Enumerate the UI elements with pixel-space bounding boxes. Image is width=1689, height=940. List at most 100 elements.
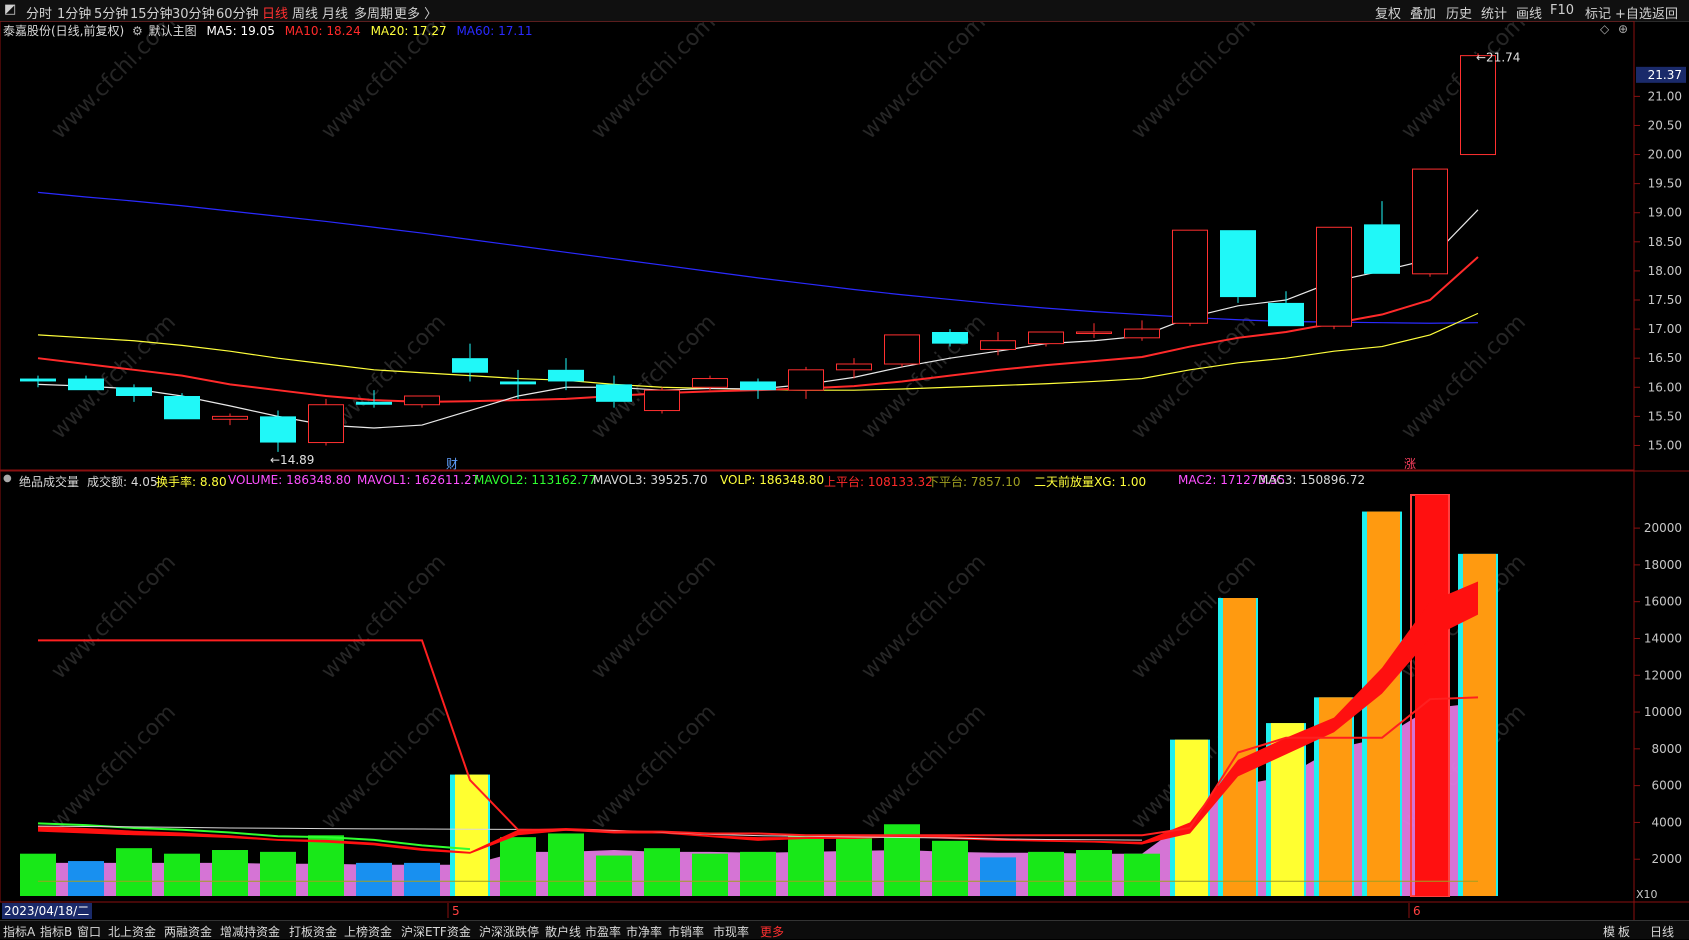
- tool-button-2[interactable]: 历史: [1446, 3, 1472, 22]
- bottom-button-8[interactable]: 沪深ETF资金: [401, 923, 471, 940]
- bottom-button-2[interactable]: 窗口: [77, 923, 101, 940]
- stock-title[interactable]: 泰嘉股份(日线,前复权): [3, 24, 124, 38]
- ma5-label: MA5: 19.05: [206, 24, 275, 38]
- bottom-button-5[interactable]: 增减持资金: [220, 923, 280, 940]
- volume-bar-5: [260, 851, 296, 896]
- bottom-button-11[interactable]: 市盈率: [585, 923, 621, 940]
- price-tick-7: 18.50: [1648, 235, 1682, 249]
- price-tick-5: 17.50: [1648, 293, 1682, 307]
- price-tick-0: 15.00: [1648, 438, 1682, 452]
- watermark-18: www.cfchi.com: [47, 700, 181, 834]
- volume-bar-8: [404, 862, 440, 896]
- vol-info-10: 二天前放量XG: 1.00: [1034, 475, 1147, 489]
- bottom-button-14[interactable]: 市现率: [713, 923, 749, 940]
- tool-button-4[interactable]: 画线: [1516, 3, 1542, 22]
- watermark-9: www.cfchi.com: [857, 310, 991, 444]
- bottom-right-button-1[interactable]: 板: [1618, 923, 1630, 940]
- price-tick-12: 21.00: [1648, 89, 1682, 103]
- bottom-right-button-0[interactable]: 模: [1603, 923, 1615, 940]
- bottom-button-9[interactable]: 沪深涨跌停: [479, 923, 539, 940]
- price-tick-1: 15.50: [1648, 409, 1682, 423]
- watermark-21: www.cfchi.com: [857, 700, 991, 834]
- volume-bar-16: [788, 835, 824, 896]
- tool-button-1[interactable]: 叠加: [1410, 3, 1436, 22]
- tool-button-3[interactable]: 统计: [1481, 3, 1507, 22]
- vol-info-1: 成交额: 4.05: [87, 475, 158, 489]
- tab-period-1[interactable]: 1分钟: [57, 3, 91, 22]
- date-label: 2023/04/18/二: [2, 903, 92, 919]
- volume-bar-23: [1124, 853, 1160, 896]
- vol-info-7: VOLP: 186348.80: [720, 473, 825, 487]
- tab-period-8[interactable]: 月线: [322, 3, 348, 22]
- vol-tick-1: 4000: [1651, 815, 1682, 829]
- vol-tick-0: 2000: [1651, 852, 1682, 866]
- bottom-button-7[interactable]: 上榜资金: [344, 923, 392, 940]
- bottom-button-10[interactable]: 散户线: [545, 923, 581, 940]
- bottom-button-12[interactable]: 市净率: [626, 923, 662, 940]
- tool-button-0[interactable]: 复权: [1375, 3, 1401, 22]
- volume-bar-1: [68, 861, 104, 896]
- tab-period-7[interactable]: 周线: [292, 3, 318, 22]
- volume-bar-2: [116, 848, 152, 896]
- month-mark-0: 5: [452, 904, 460, 918]
- high-price-label: ←21.74: [1476, 50, 1520, 64]
- price-tick-8: 19.00: [1648, 206, 1682, 220]
- candle-body-12: [596, 384, 632, 402]
- candle-body-21: [1028, 331, 1064, 345]
- vol-info-5: MAVOL2: 113162.77: [474, 473, 597, 487]
- vol-info-3: VOLUME: 186348.80: [228, 473, 351, 487]
- indicator-gear-icon[interactable]: ⚙: [132, 24, 143, 38]
- tool-button-7[interactable]: +自选: [1615, 3, 1652, 22]
- tab-period-4[interactable]: 30分钟: [172, 3, 215, 22]
- bottom-button-0[interactable]: 指标A: [3, 923, 35, 940]
- tool-button-8[interactable]: 返回: [1652, 3, 1678, 22]
- vol-info-6: MAVOL3: 39525.70: [593, 473, 708, 487]
- tab-period-0[interactable]: 分时: [26, 3, 52, 22]
- tool-button-6[interactable]: 标记: [1585, 3, 1611, 22]
- price-panel-header: 泰嘉股份(日线,前复权) ⚙ 默认主图 MA5: 19.05 MA10: 18.…: [3, 22, 533, 38]
- watermark-15: www.cfchi.com: [857, 550, 991, 684]
- tab-period-3[interactable]: 15分钟: [130, 3, 173, 22]
- volume-bar-15: [740, 851, 776, 896]
- volume-bar-4: [212, 850, 248, 896]
- candle-body-9: [452, 358, 488, 373]
- candle-body-20: [980, 340, 1016, 350]
- candle-body-14: [692, 378, 728, 388]
- mavol2-line: [37, 822, 471, 851]
- bottom-button-15[interactable]: 更多: [760, 923, 784, 940]
- volume-bar-3: [164, 853, 200, 896]
- candle-body-22: [1076, 331, 1112, 334]
- vol-indicator-dot-icon[interactable]: ●: [3, 473, 12, 484]
- bottom-button-6[interactable]: 打板资金: [289, 923, 337, 940]
- watermark-6: www.cfchi.com: [47, 310, 181, 444]
- vol-info-9: 下平台: 7857.10: [927, 475, 1021, 489]
- menu-corner-icon[interactable]: ◩: [4, 2, 16, 17]
- candle-body-10: [500, 381, 536, 385]
- bottom-button-3[interactable]: 北上资金: [108, 923, 156, 940]
- vol-tick-6: 14000: [1644, 631, 1682, 645]
- vol-tick-3: 8000: [1651, 742, 1682, 756]
- bottom-right-button-2[interactable]: 日线: [1650, 923, 1674, 940]
- vol-info-2: 换手率: 8.80: [156, 475, 227, 489]
- panel-add-icon[interactable]: ⊕: [1618, 22, 1628, 36]
- volume-bar-6: [308, 835, 344, 896]
- tab-period-6[interactable]: 日线: [262, 3, 288, 22]
- candle-body-30: [1460, 55, 1496, 156]
- price-tick-10: 20.00: [1648, 148, 1682, 162]
- tab-period-2[interactable]: 5分钟: [94, 3, 128, 22]
- tab-period-10[interactable]: 更多 〉: [394, 3, 437, 22]
- candle-body-23: [1124, 328, 1160, 339]
- candle-body-3: [164, 396, 200, 420]
- tab-period-5[interactable]: 60分钟: [216, 3, 259, 22]
- bottom-button-4[interactable]: 两融资金: [164, 923, 212, 940]
- vol-tick-8: 18000: [1644, 558, 1682, 572]
- candle-body-15: [740, 381, 776, 391]
- indicator-name[interactable]: 默认主图: [149, 24, 197, 38]
- tool-button-5[interactable]: F10: [1550, 3, 1574, 18]
- bottom-button-13[interactable]: 市销率: [668, 923, 704, 940]
- price-tick-11: 20.50: [1648, 118, 1682, 132]
- bottom-button-1[interactable]: 指标B: [40, 923, 72, 940]
- vol-info-8: 上平台: 108133.32: [824, 475, 933, 489]
- tab-period-9[interactable]: 多周期: [354, 3, 393, 22]
- panel-toggle-icon[interactable]: ◇: [1600, 22, 1609, 36]
